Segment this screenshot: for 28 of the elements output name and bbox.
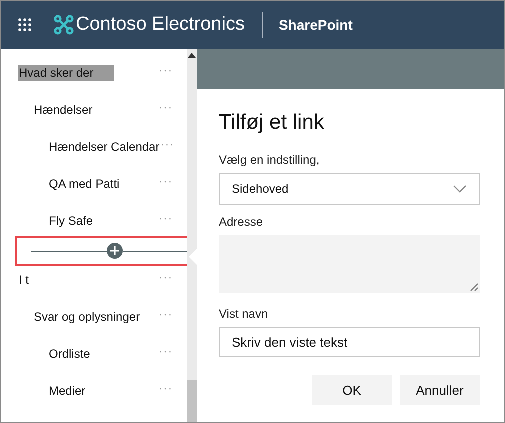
scrollbar[interactable] (187, 49, 197, 422)
field-label: Adresse (219, 215, 264, 229)
nav-link[interactable]: Hændelser (33, 102, 94, 118)
address-field[interactable] (219, 235, 480, 293)
nav-link[interactable]: QA med Patti (48, 176, 121, 192)
ok-button[interactable]: OK (312, 375, 392, 405)
cancel-button[interactable]: Annuller (400, 375, 480, 405)
display-name-field[interactable]: Skriv den viste tekst (219, 327, 480, 357)
nav-link[interactable]: Hændelser Calendar (48, 139, 161, 155)
nav-link[interactable]: Medier (48, 383, 87, 399)
panel-title: Tilføj et link (219, 111, 326, 135)
nav-link[interactable]: Ordliste (48, 346, 92, 362)
nav-link[interactable]: Svar og oplysninger (33, 309, 142, 325)
add-icon[interactable] (107, 243, 123, 259)
nav-link[interactable]: Hvad sker der (18, 65, 114, 81)
option-dropdown[interactable]: Sidehoved (219, 173, 480, 205)
app-name[interactable]: SharePoint (278, 17, 353, 33)
nav-link[interactable]: Fly Safe (48, 213, 94, 229)
logo-icon (54, 15, 74, 35)
site-name[interactable]: Contoso Electronics (76, 14, 245, 36)
field-label: Vist navn (219, 307, 270, 321)
scrollbar-thumb[interactable] (187, 380, 197, 422)
field-label: Vælg en indstilling, (219, 153, 321, 167)
resize-grip-icon[interactable] (470, 283, 478, 291)
scroll-up-icon[interactable] (188, 53, 196, 58)
app-launcher-icon[interactable] (18, 18, 32, 32)
chevron-down-icon (453, 185, 467, 193)
nav-link[interactable]: I t (18, 272, 30, 288)
